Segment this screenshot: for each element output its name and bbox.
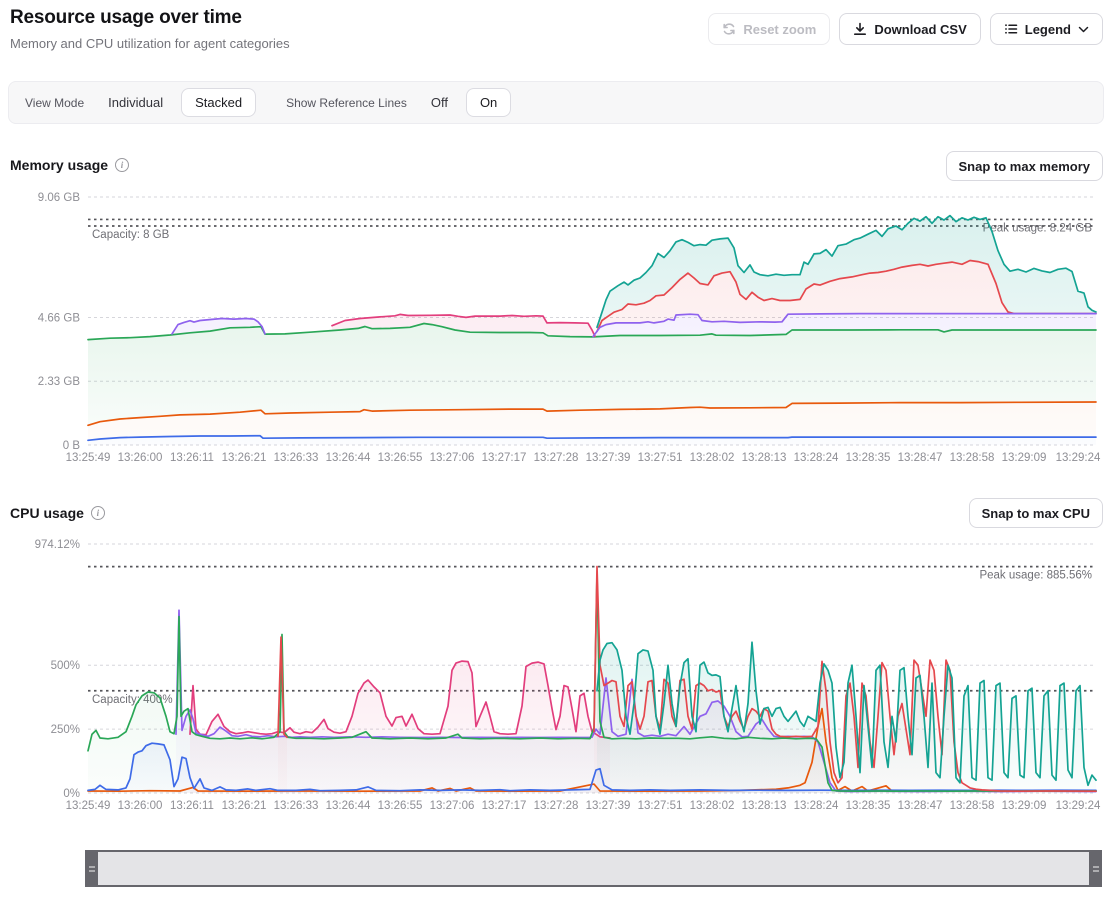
reference-line-label: Peak usage: 8.24 GB	[983, 222, 1093, 234]
x-tick-label: 13:28:02	[690, 800, 735, 812]
brush-handle-right[interactable]	[1089, 850, 1102, 887]
top-actions: Reset zoom Download CSV Legend	[708, 13, 1103, 45]
reference-lines-on[interactable]: On	[466, 88, 511, 117]
x-tick-label: 13:26:00	[118, 452, 163, 464]
reset-icon	[722, 22, 736, 36]
x-tick-label: 13:27:17	[482, 800, 527, 812]
snap-to-max-cpu-button[interactable]: Snap to max CPU	[969, 498, 1103, 528]
chart-controls-bar: View Mode Individual Stacked Show Refere…	[8, 81, 1104, 124]
page-subtitle: Memory and CPU utilization for agent cat…	[10, 36, 290, 51]
x-tick-label: 13:28:58	[950, 452, 995, 464]
x-tick-label: 13:29:09	[1002, 800, 1047, 812]
cpu-usage-chart[interactable]: 974.12%500%250%0%Peak usage: 885.56%Capa…	[0, 532, 1116, 820]
memory-usage-chart[interactable]: 9.06 GB 4.66 GB 2.33 GB 0 B Peak usage: 8.24…	[0, 185, 1116, 470]
resource-usage-dashboard: Resource usage over time Memory and CPU …	[0, 0, 1116, 906]
y-tick-label: 0 B	[63, 440, 81, 452]
y-tick-label: 2.33 GB	[38, 376, 81, 388]
x-tick-label: 13:26:33	[274, 452, 319, 464]
info-icon[interactable]: i	[91, 506, 105, 520]
y-tick-label: 500%	[51, 660, 80, 672]
x-tick-label: 13:26:11	[170, 452, 214, 464]
brush-handle-left[interactable]	[85, 850, 98, 887]
x-tick-label: 13:28:13	[742, 800, 787, 812]
view-mode-individual[interactable]: Individual	[108, 95, 163, 110]
y-tick-label: 250%	[51, 724, 80, 736]
x-tick-label: 13:28:35	[846, 452, 891, 464]
x-tick-label: 13:26:11	[170, 800, 214, 812]
reference-line-label: Peak usage: 885.56%	[979, 570, 1092, 582]
x-tick-label: 13:28:02	[690, 452, 735, 464]
x-tick-label: 13:26:33	[274, 800, 319, 812]
x-tick-label: 13:26:55	[378, 800, 423, 812]
x-tick-label: 13:25:49	[66, 800, 111, 812]
x-tick-label: 13:26:21	[222, 800, 267, 812]
download-csv-button[interactable]: Download CSV	[839, 13, 980, 45]
x-tick-label: 13:27:51	[638, 452, 683, 464]
x-tick-label: 13:28:24	[794, 452, 839, 464]
snap-to-max-memory-button[interactable]: Snap to max memory	[946, 151, 1104, 181]
view-mode-label: View Mode	[25, 96, 84, 110]
x-tick-label: 13:27:51	[638, 800, 683, 812]
x-tick-label: 13:26:00	[118, 800, 163, 812]
y-tick-label: 4.66 GB	[38, 312, 81, 324]
x-tick-label: 13:27:28	[534, 452, 579, 464]
x-tick-label: 13:28:58	[950, 800, 995, 812]
x-tick-label: 13:28:24	[794, 800, 839, 812]
reference-lines-off[interactable]: Off	[431, 95, 448, 110]
x-tick-label: 13:27:28	[534, 800, 579, 812]
legend-button[interactable]: Legend	[990, 13, 1103, 45]
x-tick-label: 13:26:21	[222, 452, 267, 464]
brush-grip-icon	[89, 866, 95, 871]
reset-zoom-button[interactable]: Reset zoom	[708, 13, 830, 45]
chevron-down-icon	[1078, 26, 1089, 33]
page-title: Resource usage over time	[10, 7, 242, 29]
x-tick-label: 13:29:24	[1056, 452, 1101, 464]
x-tick-label: 13:26:44	[326, 452, 371, 464]
x-tick-label: 13:27:39	[586, 452, 631, 464]
legend-list-icon	[1004, 22, 1018, 36]
x-tick-label: 13:28:47	[898, 800, 943, 812]
x-tick-label: 13:25:49	[66, 452, 111, 464]
view-mode-stacked[interactable]: Stacked	[181, 88, 256, 117]
y-tick-label: 974.12%	[35, 539, 80, 551]
x-tick-label: 13:27:17	[482, 452, 527, 464]
y-tick-label: 0%	[63, 788, 80, 800]
x-tick-label: 13:26:44	[326, 800, 371, 812]
reference-line-label: Capacity: 8 GB	[92, 229, 170, 241]
download-icon	[853, 22, 867, 36]
cpu-section-title: CPU usage i	[10, 505, 105, 521]
x-tick-label: 13:29:09	[1002, 452, 1047, 464]
y-tick-label: 9.06 GB	[38, 192, 81, 204]
x-tick-label: 13:28:13	[742, 452, 787, 464]
x-tick-label: 13:27:06	[430, 452, 475, 464]
x-tick-label: 13:28:35	[846, 800, 891, 812]
x-tick-label: 13:28:47	[898, 452, 943, 464]
x-tick-label: 13:27:06	[430, 800, 475, 812]
time-range-brush[interactable]	[85, 850, 1102, 887]
x-tick-label: 13:27:39	[586, 800, 631, 812]
x-tick-label: 13:29:24	[1056, 800, 1101, 812]
brush-grip-icon	[1093, 866, 1099, 871]
memory-section-title: Memory usage i	[10, 157, 129, 173]
info-icon[interactable]: i	[115, 158, 129, 172]
reference-lines-label: Show Reference Lines	[286, 96, 407, 110]
x-tick-label: 13:26:55	[378, 452, 423, 464]
